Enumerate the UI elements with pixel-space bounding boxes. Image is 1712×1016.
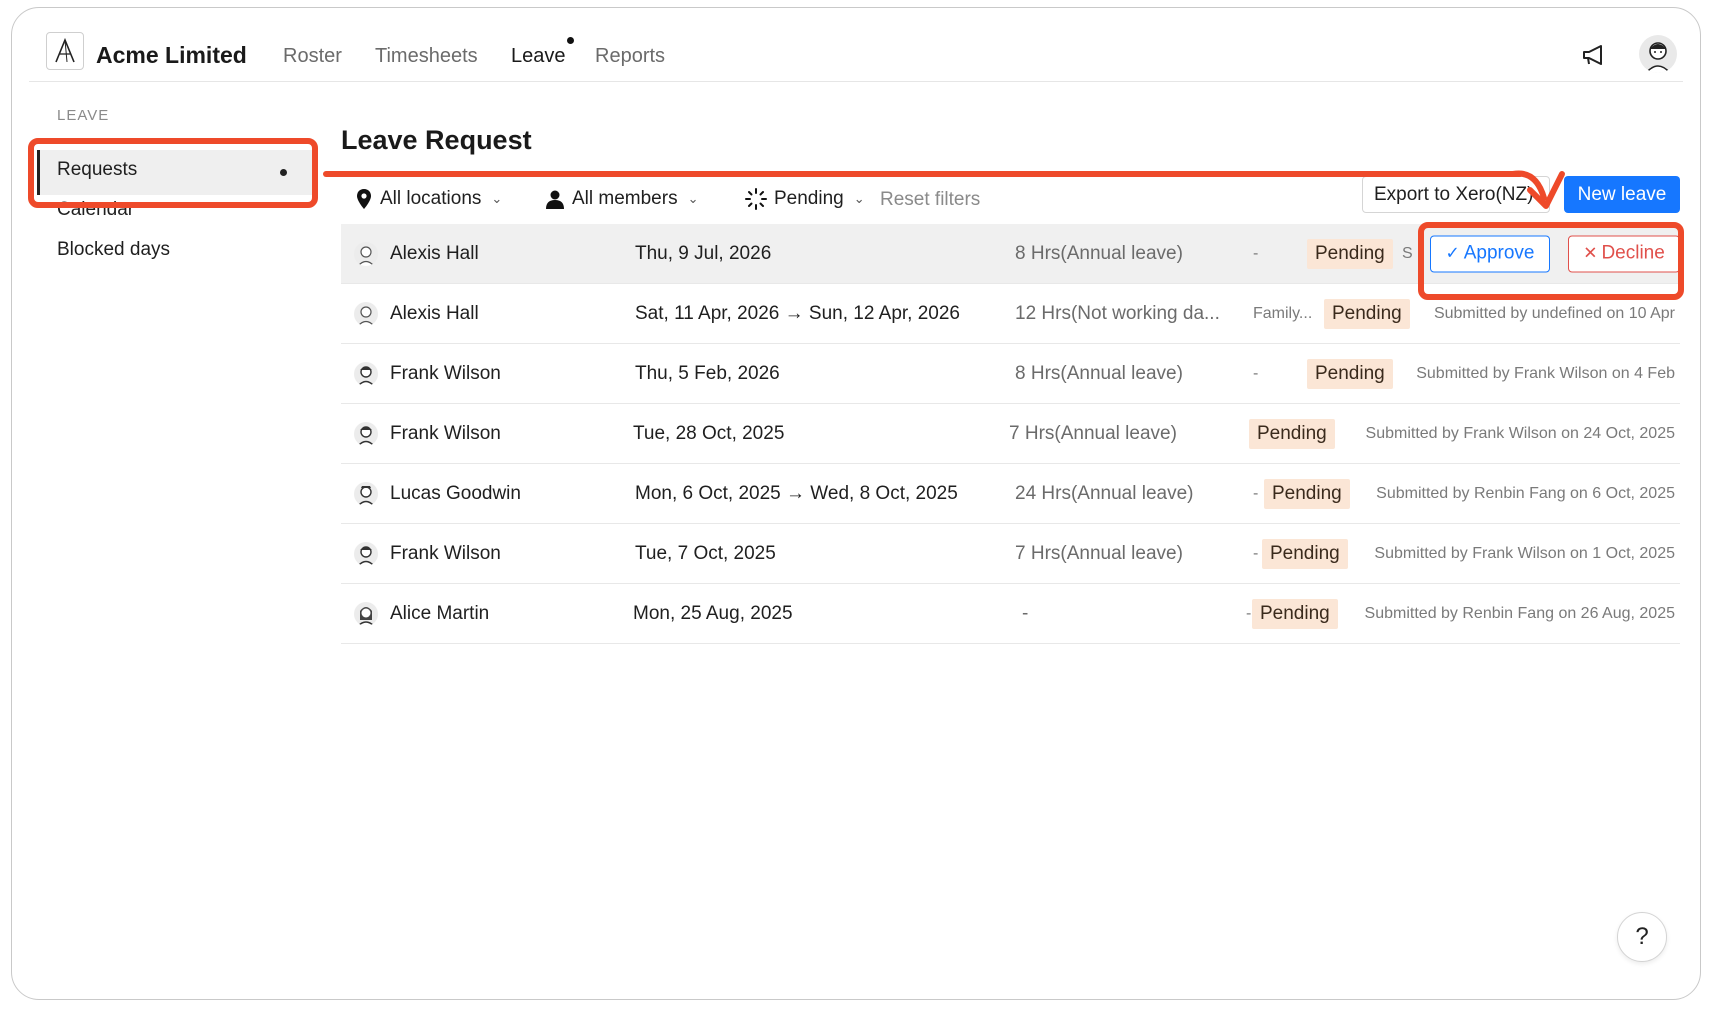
person-avatar-icon xyxy=(357,545,375,566)
leave-note: - xyxy=(1253,244,1259,262)
leave-note: - xyxy=(1253,364,1259,382)
leave-date: Thu, 9 Jul, 2026 xyxy=(635,242,772,264)
chevron-down-icon: ⌄ xyxy=(491,191,503,206)
submitted-info: Submitted by Renbin Fang on 26 Aug, 2025 xyxy=(1364,604,1675,622)
submitted-info: Submitted by Frank Wilson on 1 Oct, 2025 xyxy=(1374,544,1675,562)
status-badge: Pending xyxy=(1307,358,1393,389)
annotation-highlight-requests xyxy=(28,138,318,208)
person-avatar-icon xyxy=(357,425,375,446)
leave-hours: 7 Hrs(Annual leave) xyxy=(1009,422,1177,444)
member-name: Alexis Hall xyxy=(390,302,479,324)
annotation-connector-line xyxy=(323,171,1523,177)
table-row[interactable]: Frank Wilson Tue, 7 Oct, 2025 7 Hrs(Annu… xyxy=(341,524,1680,584)
annotation-arrow-icon xyxy=(1510,170,1565,209)
location-filter[interactable]: All locations ⌄ xyxy=(355,188,502,210)
page-title: Leave Request xyxy=(341,125,532,155)
submitted-info: S xyxy=(1402,244,1413,262)
submitted-info: Submitted by Renbin Fang on 6 Oct, 2025 xyxy=(1376,484,1675,502)
member-name: Alice Martin xyxy=(390,602,490,624)
location-pin-icon xyxy=(357,189,371,209)
member-name: Lucas Goodwin xyxy=(390,482,521,504)
megaphone-icon[interactable] xyxy=(1580,41,1608,69)
status-badge: Pending xyxy=(1262,538,1348,569)
location-filter-label: All locations xyxy=(380,188,482,209)
leave-hours: - xyxy=(1022,602,1029,624)
member-avatar xyxy=(354,241,378,266)
nav-timesheets[interactable]: Timesheets xyxy=(375,45,478,68)
member-name: Frank Wilson xyxy=(390,362,501,384)
user-avatar[interactable] xyxy=(1639,35,1677,73)
sidebar-section-title: LEAVE xyxy=(57,107,110,124)
chevron-down-icon: ⌄ xyxy=(853,191,865,206)
person-avatar-icon xyxy=(357,606,375,626)
leave-date: Tue, 7 Oct, 2025 xyxy=(635,542,776,564)
nav-leave[interactable]: Leave xyxy=(511,45,566,68)
leave-hours: 8 Hrs(Annual leave) xyxy=(1015,362,1183,384)
status-filter[interactable]: Pending ⌄ xyxy=(745,188,865,210)
leave-date: Tue, 28 Oct, 2025 xyxy=(633,422,785,444)
table-row[interactable]: Alice Martin Mon, 25 Aug, 2025 - - Pendi… xyxy=(341,584,1680,644)
leave-note: - xyxy=(1253,484,1259,502)
person-avatar-icon xyxy=(357,365,375,386)
status-badge: Pending xyxy=(1264,478,1350,509)
user-avatar-icon xyxy=(1645,42,1671,73)
leave-hours: 24 Hrs(Annual leave) xyxy=(1015,482,1194,504)
submitted-info: Submitted by Frank Wilson on 24 Oct, 202… xyxy=(1365,424,1675,442)
table-row[interactable]: Lucas Goodwin Mon, 6 Oct, 2025 → Wed, 8 … xyxy=(341,464,1680,524)
help-button[interactable]: ? xyxy=(1617,912,1667,962)
leave-date: Mon, 25 Aug, 2025 xyxy=(633,602,793,624)
leave-note: - xyxy=(1246,604,1252,622)
person-avatar-icon xyxy=(357,245,375,266)
member-name: Frank Wilson xyxy=(390,422,501,444)
nav-roster[interactable]: Roster xyxy=(283,45,342,68)
submitted-info: Submitted by Frank Wilson on 4 Feb xyxy=(1416,364,1675,382)
nav-reports[interactable]: Reports xyxy=(595,45,665,68)
leave-hours: 12 Hrs(Not working da... xyxy=(1015,302,1220,324)
person-avatar-icon xyxy=(357,305,375,326)
leave-hours: 8 Hrs(Annual leave) xyxy=(1015,242,1183,264)
org-logo[interactable] xyxy=(46,32,84,70)
status-badge: Pending xyxy=(1324,298,1410,329)
nav-leave-indicator-dot xyxy=(567,37,574,44)
member-avatar xyxy=(354,361,378,386)
member-name: Alexis Hall xyxy=(390,242,479,264)
app-window: Acme Limited Roster Timesheets Leave Rep… xyxy=(11,7,1701,1000)
leave-note: - xyxy=(1253,544,1259,562)
annotation-highlight-actions xyxy=(1418,222,1684,300)
leave-date: Sat, 11 Apr, 2026 → Sun, 12 Apr, 2026 xyxy=(635,302,961,324)
person-icon xyxy=(546,190,564,209)
top-nav-divider xyxy=(29,81,1683,82)
member-avatar xyxy=(354,421,378,446)
member-avatar xyxy=(354,301,378,326)
status-badge: Pending xyxy=(1307,238,1393,269)
member-filter-label: All members xyxy=(572,188,678,209)
leave-date: Mon, 6 Oct, 2025 → Wed, 8 Oct, 2025 xyxy=(635,482,958,504)
member-filter[interactable]: All members ⌄ xyxy=(545,188,698,210)
submitted-info: Submitted by undefined on 10 Apr xyxy=(1433,304,1675,322)
member-avatar xyxy=(354,541,378,566)
member-avatar xyxy=(354,481,378,506)
sidebar-item-blocked-days[interactable]: Blocked days xyxy=(57,239,170,261)
loading-spinner-icon xyxy=(745,188,767,210)
org-name[interactable]: Acme Limited xyxy=(96,42,247,69)
member-avatar xyxy=(354,601,378,626)
status-badge: Pending xyxy=(1252,598,1338,629)
chevron-down-icon: ⌄ xyxy=(687,191,699,206)
status-filter-label: Pending xyxy=(774,188,844,209)
reset-filters-link[interactable]: Reset filters xyxy=(880,189,980,211)
logo-a-icon xyxy=(55,38,75,63)
person-avatar-icon xyxy=(357,485,375,506)
table-row[interactable]: Frank Wilson Tue, 28 Oct, 2025 7 Hrs(Ann… xyxy=(341,404,1680,464)
table-row[interactable]: Frank Wilson Thu, 5 Feb, 2026 8 Hrs(Annu… xyxy=(341,344,1680,404)
top-nav-bar: Acme Limited Roster Timesheets Leave Rep… xyxy=(12,8,1700,82)
member-name: Frank Wilson xyxy=(390,542,501,564)
status-badge: Pending xyxy=(1249,418,1335,449)
leave-hours: 7 Hrs(Annual leave) xyxy=(1015,542,1183,564)
leave-note: Family... xyxy=(1253,304,1313,322)
leave-date: Thu, 5 Feb, 2026 xyxy=(635,362,780,384)
